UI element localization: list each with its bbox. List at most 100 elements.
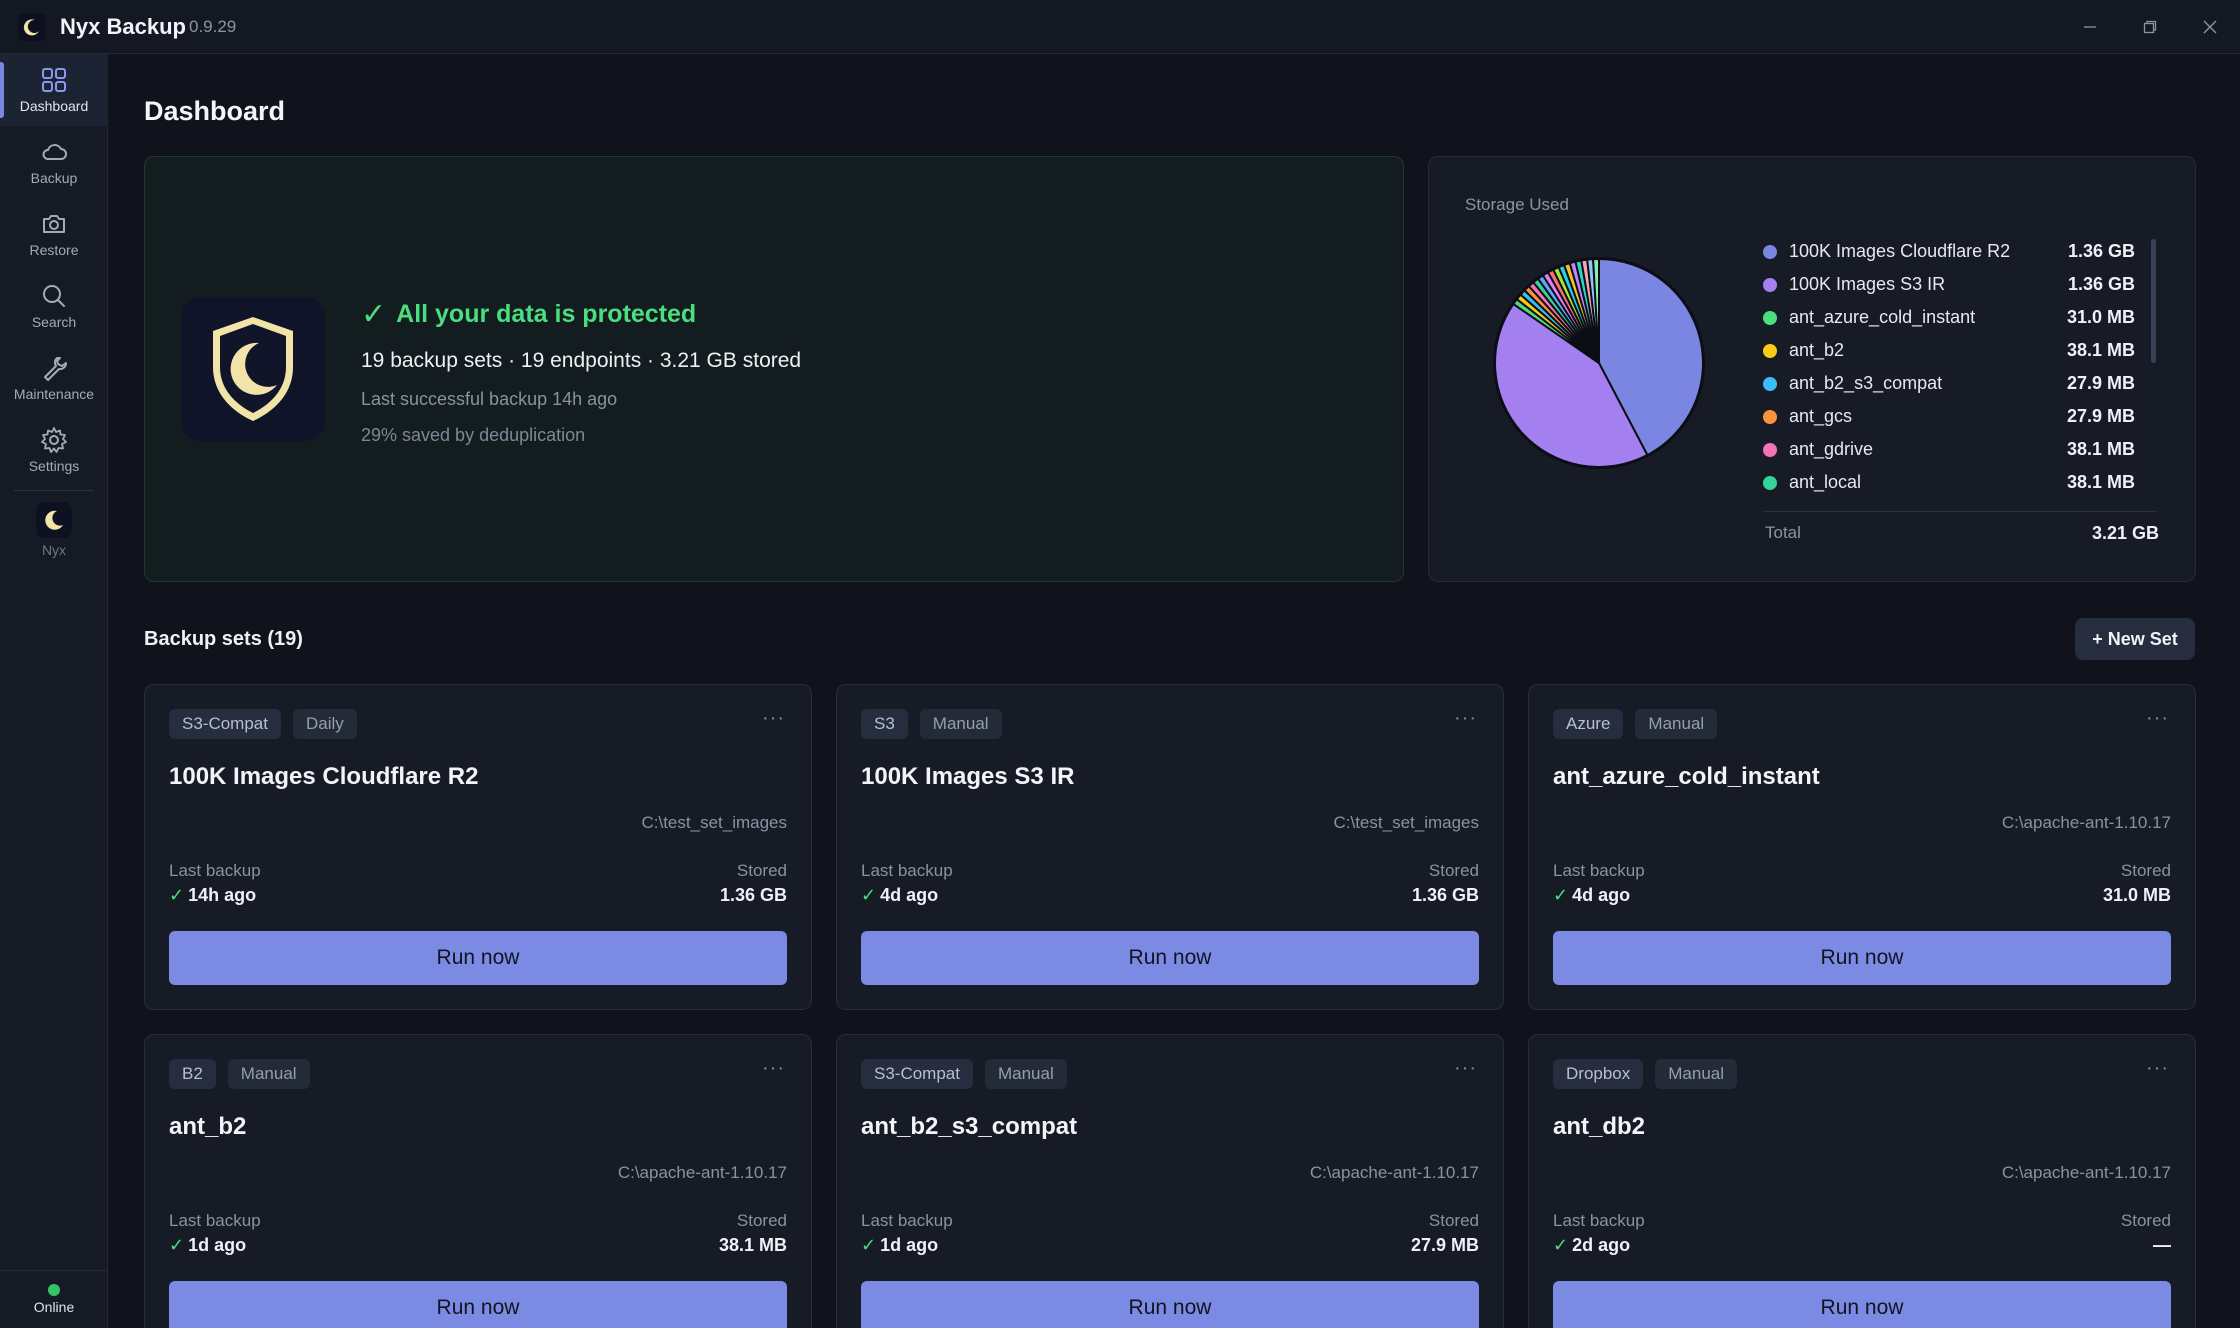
last-backup-label: Last backup	[1553, 1211, 1645, 1230]
app-logo-icon	[18, 13, 46, 41]
legend-color-dot	[1763, 409, 1777, 424]
card-tags: B2 Manual	[169, 1059, 322, 1089]
card-tags: S3-Compat Daily	[169, 709, 369, 739]
last-backup-label: Last backup	[169, 861, 261, 880]
protection-status-text: All your data is protected	[396, 300, 697, 328]
close-icon	[2203, 20, 2217, 34]
sidebar-item-dashboard[interactable]: Dashboard	[0, 54, 108, 126]
legend-value: 27.9 MB	[2066, 406, 2135, 426]
backup-set-card: S3-Compat Daily ··· 100K Images Cloudflare …	[144, 684, 812, 1010]
app-version: 0.9.29	[189, 17, 237, 36]
last-backup-value: ✓ 1d ago	[861, 1235, 938, 1256]
legend-value: 1.36 GB	[2067, 241, 2135, 261]
sidebar-item-nyx[interactable]: Nyx	[0, 494, 108, 566]
legend-color-dot	[1763, 442, 1777, 457]
more-options-icon[interactable]: ···	[762, 1057, 785, 1080]
last-backup-time: 1d ago	[880, 1235, 939, 1255]
run-now-button[interactable]: Run now	[861, 931, 1479, 985]
source-path: C:\apache-ant-1.10.17	[2001, 813, 2171, 832]
legend-color-dot	[1763, 475, 1777, 490]
close-button[interactable]	[2190, 10, 2230, 44]
last-backup-label: Last backup	[861, 1211, 953, 1230]
backup-set-name: 100K Images S3 IR	[861, 763, 1075, 790]
run-now-button[interactable]: Run now	[169, 931, 787, 985]
legend-scrollbar[interactable]	[2151, 239, 2156, 363]
success-check-icon: ✓	[1553, 1235, 1569, 1255]
more-options-icon[interactable]: ···	[1454, 1057, 1477, 1080]
backup-set-card: S3 Manual ··· 100K Images S3 IR C:\test_set_…	[836, 684, 1504, 1010]
legend-color-dot	[1763, 310, 1777, 325]
storage-divider	[1763, 511, 2157, 512]
legend-item: ant_local 38.1 MB	[1763, 466, 2135, 499]
backup-set-card: Azure Manual ··· ant_azure_cold_instant C:\a…	[1528, 684, 2196, 1010]
provider-tag: Azure	[1553, 709, 1624, 739]
restore-button[interactable]	[2130, 10, 2170, 44]
source-path: C:\apache-ant-1.10.17	[1309, 1163, 1479, 1182]
status-text: Online	[33, 1299, 75, 1315]
legend-value: 1.36 GB	[2067, 274, 2135, 294]
sidebar-item-maintenance[interactable]: Maintenance	[0, 342, 108, 414]
minimize-button[interactable]	[2070, 10, 2110, 44]
nyx-moon-icon	[36, 502, 72, 538]
sidebar-item-backup[interactable]: Backup	[0, 126, 108, 198]
last-backup-time: 1d ago	[188, 1235, 247, 1255]
sidebar-item-settings[interactable]: Settings	[0, 414, 108, 486]
wrench-icon	[44, 357, 68, 381]
provider-tag: S3-Compat	[169, 709, 281, 739]
card-tags: Azure Manual	[1553, 709, 1729, 739]
sidebar-item-label: Dashboard	[19, 98, 89, 114]
success-check-icon: ✓	[861, 885, 877, 905]
backup-set-name: 100K Images Cloudflare R2	[169, 763, 479, 790]
backup-set-name: ant_b2	[169, 1113, 247, 1140]
last-backup-label: Last backup	[1553, 861, 1645, 880]
new-set-button[interactable]: + New Set	[2075, 618, 2195, 660]
last-backup-value: ✓ 4d ago	[861, 885, 938, 906]
last-backup-time: 2d ago	[1572, 1235, 1631, 1255]
stored-label: Stored	[736, 861, 787, 880]
run-now-button[interactable]: Run now	[861, 1281, 1479, 1328]
backup-sets-title: Backup sets (19)	[144, 628, 303, 650]
card-tags: S3-Compat Manual	[861, 1059, 1079, 1089]
more-options-icon[interactable]: ···	[1454, 707, 1477, 730]
sidebar-item-label: Backup	[30, 170, 78, 186]
success-check-icon: ✓	[169, 885, 185, 905]
last-backup-value: ✓ 1d ago	[169, 1235, 246, 1256]
legend-value: 31.0 MB	[2066, 307, 2135, 327]
stored-value: 31.0 MB	[2102, 885, 2171, 905]
run-now-button[interactable]: Run now	[1553, 931, 2171, 985]
run-now-button[interactable]: Run now	[169, 1281, 787, 1328]
check-icon: ✓	[361, 298, 387, 331]
legend-item: ant_b2 38.1 MB	[1763, 334, 2135, 367]
last-backup-label: Last backup	[861, 861, 953, 880]
backup-set-name: ant_b2_s3_compat	[861, 1113, 1078, 1140]
sidebar-item-label: Nyx	[41, 542, 67, 558]
page-scrollbar[interactable]	[2228, 54, 2240, 1328]
stored-value: 27.9 MB	[1410, 1235, 1479, 1255]
schedule-tag: Manual	[984, 1059, 1067, 1089]
last-backup-time: 14h ago	[188, 885, 257, 905]
storage-pie-chart	[1493, 257, 1705, 469]
camera-icon	[43, 215, 65, 233]
more-options-icon[interactable]: ···	[762, 707, 785, 730]
title-bar: Nyx Backup 0.9.29	[0, 0, 2240, 54]
gear-icon	[41, 427, 67, 453]
sidebar-item-search[interactable]: Search	[0, 270, 108, 342]
last-backup-summary: Last successful backup 14h ago	[361, 389, 618, 409]
source-path: C:\test_set_images	[1333, 813, 1479, 832]
last-backup-value: ✓ 4d ago	[1553, 885, 1630, 906]
active-indicator	[0, 62, 4, 118]
dedup-summary: 29% saved by deduplication	[361, 425, 586, 445]
run-now-button[interactable]: Run now	[1553, 1281, 2171, 1328]
page-title: Dashboard	[144, 96, 286, 126]
summary-stats: 19 backup sets · 19 endpoints · 3.21 GB …	[361, 349, 802, 372]
last-backup-label: Last backup	[169, 1211, 261, 1230]
last-backup-value: ✓ 14h ago	[169, 885, 256, 906]
source-path: C:\apache-ant-1.10.17	[617, 1163, 787, 1182]
more-options-icon[interactable]: ···	[2146, 1057, 2169, 1080]
sidebar-item-restore[interactable]: Restore	[0, 198, 108, 270]
stored-label: Stored	[1428, 861, 1479, 880]
stored-label: Stored	[2120, 1211, 2171, 1230]
more-options-icon[interactable]: ···	[2146, 707, 2169, 730]
backup-set-name: ant_db2	[1553, 1113, 1646, 1140]
sidebar: Dashboard Backup Restore Search Maintena…	[0, 54, 108, 1328]
